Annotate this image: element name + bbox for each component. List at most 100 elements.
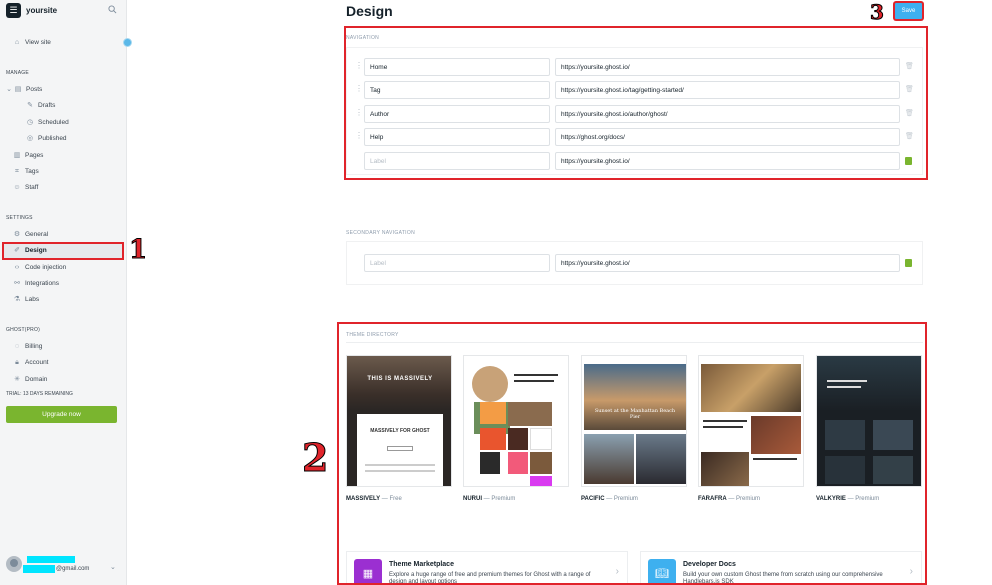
brush-icon: ✐: [14, 246, 20, 254]
nav-new-label-input[interactable]: Label: [364, 152, 550, 170]
theme-text-line: [753, 458, 797, 460]
annotation-2: 2: [301, 435, 329, 481]
search-icon[interactable]: [108, 5, 117, 14]
nav-label-input[interactable]: Tag: [364, 81, 550, 99]
nav-url-input[interactable]: https://ghost.org/docs/: [555, 128, 900, 146]
secondary-nav-url-input[interactable]: https://yoursite.ghost.io/: [555, 254, 900, 272]
theme-preview-farafra[interactable]: [698, 355, 804, 487]
add-item-button[interactable]: [905, 259, 912, 267]
theme-hero-image: [584, 364, 686, 430]
theme-marketplace-card[interactable]: ▦ Theme Marketplace Explore a huge range…: [346, 551, 628, 585]
pages-icon: ▥: [13, 151, 21, 159]
theme-image: [825, 420, 865, 450]
sidebar-item-label: General: [25, 231, 49, 238]
sidebar-item-scheduled[interactable]: ◷ Scheduled: [26, 117, 69, 128]
tag-icon: ⌗: [15, 167, 19, 175]
save-button[interactable]: Save: [894, 2, 923, 20]
theme-image: [751, 416, 801, 454]
trash-icon[interactable]: 🗑︎: [905, 62, 914, 70]
theme-image: [701, 452, 749, 486]
sidebar-item-staff[interactable]: ☺ Staff: [13, 182, 38, 193]
sidebar-item-label: Integrations: [25, 280, 59, 287]
nav-label-input[interactable]: Author: [364, 105, 550, 123]
theme-preview-nurui[interactable]: [463, 355, 569, 487]
add-item-button[interactable]: [905, 157, 912, 165]
sidebar-item-view-site[interactable]: ⌂ View site: [13, 37, 51, 48]
card-description: Build your own custom Ghost theme from s…: [683, 572, 883, 585]
theme-image: [480, 402, 506, 424]
ghost-pro-heading: GHOST(PRO): [6, 327, 40, 333]
code-icon: ‹›: [14, 263, 20, 271]
sidebar-item-integrations[interactable]: ⚯ Integrations: [13, 278, 59, 289]
settings-heading: SETTINGS: [6, 215, 33, 221]
drag-handle-icon[interactable]: ⋮: [355, 85, 363, 93]
theme-preview-valkyrie[interactable]: [816, 355, 922, 487]
user-menu[interactable]: [6, 556, 22, 572]
sidebar-item-published[interactable]: ◎ Published: [26, 133, 67, 144]
brand-name: yoursite: [26, 6, 58, 15]
chevron-down-icon[interactable]: ⌄: [6, 86, 12, 94]
card-description: Explore a huge range of free and premium…: [389, 572, 591, 585]
nav-new-row: Label https://yoursite.ghost.io/: [355, 152, 915, 170]
nav-url-input[interactable]: https://yoursite.ghost.io/tag/getting-st…: [555, 81, 900, 99]
theme-preview-massively[interactable]: THIS IS MASSIVELY MASSIVELY FOR GHOST: [346, 355, 452, 487]
sidebar-item-tags[interactable]: ⌗ Tags: [13, 166, 39, 177]
nav-url-input[interactable]: https://yoursite.ghost.io/: [555, 58, 900, 76]
staff-icon: ☺: [13, 183, 21, 191]
drag-handle-icon[interactable]: ⋮: [355, 109, 363, 117]
brand-logo-icon: ☰: [6, 3, 21, 18]
sidebar-item-label: Domain: [25, 376, 48, 383]
trash-icon[interactable]: 🗑︎: [905, 109, 914, 117]
sidebar-item-label: Design: [25, 247, 47, 254]
brand[interactable]: ☰ yoursite: [6, 3, 57, 18]
sidebar-item-account[interactable]: 🔒︎ Account: [13, 357, 48, 368]
nav-url-input[interactable]: https://yoursite.ghost.io/author/ghost/: [555, 105, 900, 123]
theme-image: [636, 434, 686, 484]
sidebar-item-label: Scheduled: [38, 119, 69, 126]
sidebar-item-label: Posts: [26, 86, 43, 93]
nav-row: ⋮ Help https://ghost.org/docs/ 🗑︎: [355, 128, 915, 146]
sidebar-item-label: Drafts: [38, 102, 56, 109]
sidebar-item-posts[interactable]: ⌄ ▤ Posts: [6, 84, 42, 95]
sidebar-item-pages[interactable]: ▥ Pages: [13, 150, 44, 161]
theme-image: [825, 456, 865, 484]
annotation-3: 3: [870, 0, 885, 25]
secondary-nav-label-input[interactable]: Label: [364, 254, 550, 272]
book-icon: 📖︎: [648, 559, 676, 585]
flask-icon: ⚗: [13, 295, 21, 303]
sidebar-item-domain[interactable]: ✳ Domain: [13, 374, 47, 385]
drag-handle-icon[interactable]: ⋮: [355, 62, 363, 70]
theme-tier: Premium: [613, 496, 638, 502]
drag-handle-icon[interactable]: ⋮: [355, 132, 363, 140]
sidebar-item-billing[interactable]: ◌ Billing: [13, 341, 42, 352]
developer-docs-card[interactable]: 📖︎ Developer Docs Build your own custom …: [640, 551, 922, 585]
trash-icon[interactable]: 🗑︎: [905, 85, 914, 93]
divider: [346, 342, 923, 343]
trial-status: TRIAL: 13 DAYS REMAINING: [6, 391, 73, 397]
secondary-nav-new-row: Label https://yoursite.ghost.io/: [355, 254, 915, 272]
theme-card: [530, 428, 552, 450]
sidebar-item-drafts[interactable]: ✎ Drafts: [26, 100, 55, 111]
nav-label-input[interactable]: Help: [364, 128, 550, 146]
nav-label-input[interactable]: Home: [364, 58, 550, 76]
sidebar: ☰ yoursite ⌂ View site MANAGE ⌄ ▤ Posts …: [0, 0, 132, 585]
trash-icon[interactable]: 🗑︎: [905, 132, 914, 140]
lock-icon: 🔒︎: [15, 358, 19, 366]
theme-preview-pacific[interactable]: Sunset at the Manhattan Beach Pier: [581, 355, 687, 487]
sidebar-item-general[interactable]: ⚙ General: [13, 229, 48, 240]
chevron-down-icon[interactable]: ⌄: [110, 563, 116, 571]
sidebar-item-label: Pages: [25, 152, 44, 159]
theme-name: NURUI: [463, 496, 482, 502]
theme-text-line: [827, 380, 867, 382]
sidebar-item-code-injection[interactable]: ‹› Code injection: [13, 262, 67, 273]
theme-text-line: [827, 386, 861, 388]
nav-row: ⋮ Author https://yoursite.ghost.io/autho…: [355, 105, 915, 123]
upgrade-button[interactable]: Upgrade now: [6, 406, 117, 423]
nav-new-url-input[interactable]: https://yoursite.ghost.io/: [555, 152, 900, 170]
sidebar-item-design[interactable]: ✐ Design: [13, 245, 47, 256]
theme-caption: PACIFIC — Premium: [581, 496, 638, 502]
sidebar-item-label: Staff: [25, 184, 39, 191]
sidebar-item-label: View site: [25, 39, 51, 46]
sidebar-item-labs[interactable]: ⚗ Labs: [13, 294, 39, 305]
theme-image: [508, 428, 528, 450]
